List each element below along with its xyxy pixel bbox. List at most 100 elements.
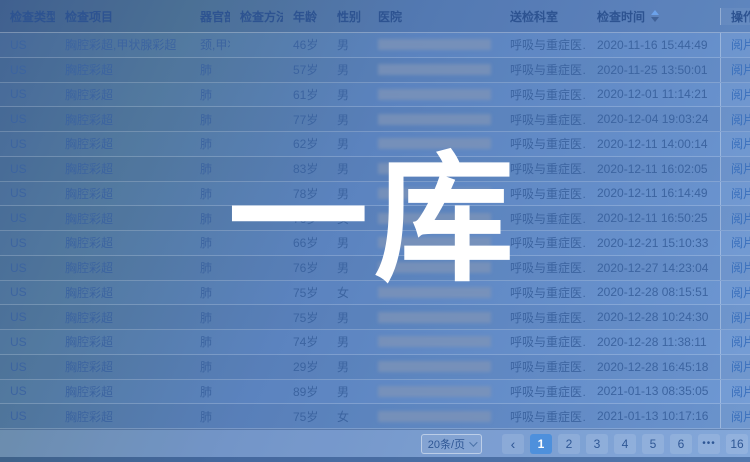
cell-exam-project: 胸腔彩超 — [55, 380, 190, 404]
view-images-link[interactable]: 阅片 — [731, 135, 750, 152]
table-row: US 胸腔彩超 肺 75岁 女 呼吸与重症医… 2021-01-13 10:17… — [0, 404, 750, 429]
cell-organ-part: 肺 — [190, 330, 230, 354]
redacted-hospital-bar — [378, 89, 491, 100]
cell-action: 阅片 — [720, 182, 750, 206]
cell-exam-type: US — [0, 404, 55, 428]
table-row: US 胸腔彩超 肺 75岁 男 呼吸与重症医… 2020-12-28 10:24… — [0, 305, 750, 330]
cell-exam-method — [230, 83, 283, 107]
cell-exam-method — [230, 206, 283, 230]
view-images-link[interactable]: 阅片 — [731, 358, 750, 375]
cell-organ-part: 肺 — [190, 132, 230, 156]
redacted-hospital-bar — [378, 386, 491, 397]
cell-exam-project: 胸腔彩超 — [55, 206, 190, 230]
view-images-link[interactable]: 阅片 — [731, 383, 750, 400]
page-button-2[interactable]: 2 — [558, 434, 580, 454]
cell-action: 阅片 — [720, 380, 750, 404]
table-row: US 胸腔彩超 肺 61岁 男 呼吸与重症医… 2020-12-01 11:14… — [0, 83, 750, 108]
cell-age: 77岁 — [283, 107, 327, 131]
cell-exam-time: 2021-01-13 10:17:16 — [587, 404, 720, 428]
prev-page-button[interactable]: ‹ — [502, 434, 524, 454]
caret-down-icon[interactable] — [651, 17, 659, 22]
cell-action: 阅片 — [720, 83, 750, 107]
cell-exam-project: 胸腔彩超,甲状腺彩超 — [55, 33, 190, 57]
cell-exam-time: 2020-11-25 13:50:01 — [587, 58, 720, 82]
redacted-hospital-bar — [378, 163, 491, 174]
cell-age: 62岁 — [283, 132, 327, 156]
pager-ellipsis[interactable]: ••• — [698, 434, 720, 454]
cell-organ-part: 肺 — [190, 305, 230, 329]
cell-action: 阅片 — [720, 33, 750, 57]
view-images-link[interactable]: 阅片 — [731, 284, 750, 301]
view-images-link[interactable]: 阅片 — [731, 185, 750, 202]
page-button-5[interactable]: 5 — [642, 434, 664, 454]
exam-table: 检查类型 检查项目 器官部位 检查方法 年龄 性别 医院 送检科室 检查时间 操… — [0, 0, 750, 429]
cell-exam-type: US — [0, 281, 55, 305]
cell-exam-type: US — [0, 380, 55, 404]
cell-exam-method — [230, 404, 283, 428]
table-row: US 胸腔彩超 肺 76岁 女 呼吸与重症医… 2020-12-11 16:50… — [0, 206, 750, 231]
cell-exam-method — [230, 182, 283, 206]
view-images-link[interactable]: 阅片 — [731, 210, 750, 227]
cell-action: 阅片 — [720, 231, 750, 255]
cell-organ-part: 肺 — [190, 281, 230, 305]
cell-organ-part: 颈,甲状… — [190, 33, 230, 57]
table-row: US 胸腔彩超 肺 29岁 男 呼吸与重症医… 2020-12-28 16:45… — [0, 355, 750, 380]
cell-department: 呼吸与重症医… — [500, 182, 587, 206]
cell-exam-project: 胸腔彩超 — [55, 132, 190, 156]
cell-exam-method — [230, 231, 283, 255]
column-header-exam-time[interactable]: 检查时间 — [587, 8, 720, 25]
page-button-6[interactable]: 6 — [670, 434, 692, 454]
cell-gender: 男 — [327, 355, 368, 379]
view-images-link[interactable]: 阅片 — [731, 309, 750, 326]
view-images-link[interactable]: 阅片 — [731, 111, 750, 128]
view-images-link[interactable]: 阅片 — [731, 408, 750, 425]
cell-gender: 男 — [327, 132, 368, 156]
redacted-hospital-bar — [378, 188, 491, 199]
cell-exam-time: 2020-11-16 15:44:49 — [587, 33, 720, 57]
view-images-link[interactable]: 阅片 — [731, 86, 750, 103]
view-images-link[interactable]: 阅片 — [731, 333, 750, 350]
cell-exam-type: US — [0, 355, 55, 379]
view-images-link[interactable]: 阅片 — [731, 234, 750, 251]
cell-hospital — [368, 305, 500, 329]
redacted-hospital-bar — [378, 213, 491, 224]
cell-department: 呼吸与重症医… — [500, 305, 587, 329]
page-button-3[interactable]: 3 — [586, 434, 608, 454]
cell-organ-part: 肺 — [190, 256, 230, 280]
cell-exam-project: 胸腔彩超 — [55, 355, 190, 379]
cell-hospital — [368, 107, 500, 131]
page-button-16[interactable]: 16 — [726, 434, 748, 454]
cell-action: 阅片 — [720, 355, 750, 379]
cell-gender: 男 — [327, 182, 368, 206]
caret-up-icon[interactable] — [651, 10, 659, 15]
cell-gender: 男 — [327, 33, 368, 57]
table-header-row: 检查类型 检查项目 器官部位 检查方法 年龄 性别 医院 送检科室 检查时间 操… — [0, 0, 750, 33]
cell-department: 呼吸与重症医… — [500, 404, 587, 428]
sort-control[interactable] — [651, 10, 659, 22]
view-images-link[interactable]: 阅片 — [731, 259, 750, 276]
cell-exam-project: 胸腔彩超 — [55, 305, 190, 329]
view-images-link[interactable]: 阅片 — [731, 61, 750, 78]
cell-exam-time: 2020-12-28 11:38:11 — [587, 330, 720, 354]
cell-exam-project: 胸腔彩超 — [55, 404, 190, 428]
table-row: US 胸腔彩超,甲状腺彩超 颈,甲状… 46岁 男 呼吸与重症医… 2020-1… — [0, 33, 750, 58]
cell-exam-type: US — [0, 157, 55, 181]
page-button-4[interactable]: 4 — [614, 434, 636, 454]
cell-hospital — [368, 206, 500, 230]
cell-department: 呼吸与重症医… — [500, 132, 587, 156]
view-images-link[interactable]: 阅片 — [731, 160, 750, 177]
bottom-strip — [0, 457, 750, 462]
cell-exam-method — [230, 380, 283, 404]
cell-age: 29岁 — [283, 355, 327, 379]
cell-organ-part: 肺 — [190, 380, 230, 404]
table-row: US 胸腔彩超 肺 75岁 女 呼吸与重症医… 2020-12-28 08:15… — [0, 281, 750, 306]
cell-action: 阅片 — [720, 256, 750, 280]
chevron-down-icon — [469, 438, 477, 446]
view-images-link[interactable]: 阅片 — [731, 36, 750, 53]
cell-organ-part: 肺 — [190, 355, 230, 379]
cell-department: 呼吸与重症医… — [500, 33, 587, 57]
page-size-select[interactable]: 20条/页 — [421, 434, 482, 454]
cell-hospital — [368, 380, 500, 404]
cell-gender: 男 — [327, 330, 368, 354]
page-button-1[interactable]: 1 — [530, 434, 552, 454]
